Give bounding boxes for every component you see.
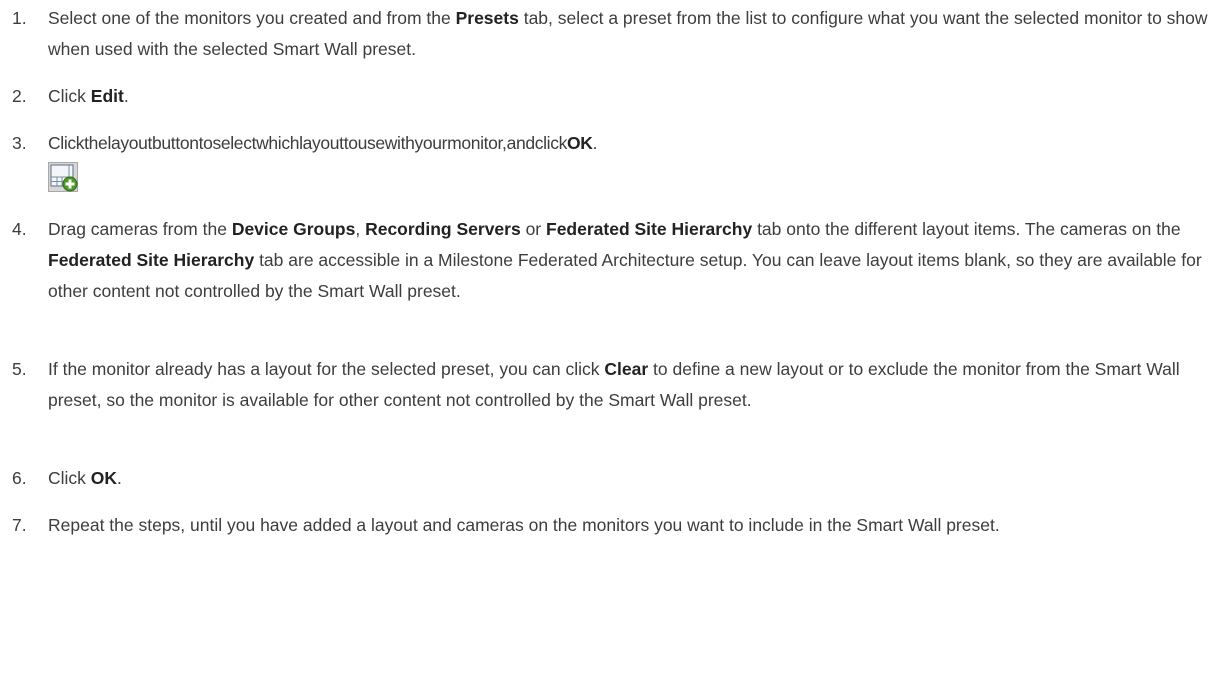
procedure-steps: 1. Select one of the monitors you create… [0,0,1218,695]
ui-term-ok: OK [90,468,118,488]
step-text: Click Edit. [48,86,129,106]
ui-term-federated-site-hierarchy: Federated Site Hierarchy [546,219,753,239]
step-3: 3. Clickthelayoutbuttontoselectwhichlayo… [0,128,1218,198]
step-text: Drag cameras from the Device Groups, Rec… [48,219,1202,301]
step-text: If the monitor already has a layout for … [48,359,1180,410]
step-4: 4. Drag cameras from the Device Groups, … [0,214,1218,338]
ui-term-device-groups: Device Groups [231,219,356,239]
step-number: 3. [12,133,27,153]
step-6: 6. Click OK. [0,463,1218,494]
step-text: Click OK. [48,468,122,488]
step-number: 1. [12,8,27,28]
step-1: 1. Select one of the monitors you create… [0,3,1218,65]
step-text: Select one of the monitors you created a… [48,8,1208,59]
ui-term-recording-servers: Recording Servers [365,219,521,239]
ui-term-ok: OK [567,133,593,153]
step-number: 5. [12,359,27,379]
step-number: 4. [12,219,27,239]
ui-term-presets: Presets [455,8,519,28]
layout-add-icon [48,162,78,192]
step-2: 2. Click Edit. [0,81,1218,112]
step-number: 6. [12,468,27,488]
ui-term-clear: Clear [604,359,649,379]
step-7: 7. Repeat the steps, until you have adde… [0,510,1218,572]
ui-term-edit: Edit [90,86,124,106]
step-number: 2. [12,86,27,106]
step-number: 7. [12,515,27,535]
step-5: 5. If the monitor already has a layout f… [0,354,1218,447]
step-text: Repeat the steps, until you have added a… [48,515,1000,535]
ui-term-federated-site-hierarchy: Federated Site Hierarchy [48,250,255,270]
step-text: Clickthelayoutbuttontoselectwhichlayoutt… [48,133,598,153]
